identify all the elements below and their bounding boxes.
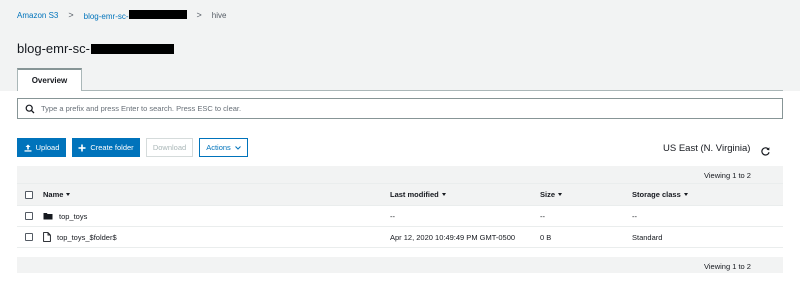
table-top-bar: [17, 166, 783, 183]
column-header-size-label[interactable]: Size: [540, 190, 555, 199]
column-header-name[interactable]: Name: [43, 184, 71, 205]
storage-class-cell: --: [632, 211, 637, 221]
breadcrumb-current: hive: [211, 10, 227, 20]
upload-button[interactable]: Upload: [17, 138, 66, 157]
sort-caret-icon: [441, 193, 446, 196]
table-row[interactable]: top_toys_$folder$ Apr 12, 2020 10:49:49 …: [17, 227, 783, 248]
sort-caret-icon: [558, 193, 563, 196]
upload-label[interactable]: Upload: [36, 143, 60, 152]
column-header-last-modified[interactable]: Last modified: [390, 184, 446, 205]
table-header: Name Last modified Size Storage class: [17, 183, 783, 206]
size-cell: --: [540, 211, 545, 221]
last-modified-cell: Apr 12, 2020 10:49:49 PM GMT-0500: [390, 232, 516, 242]
size-cell: 0 B: [540, 232, 552, 242]
table-row[interactable]: top_toys -- -- --: [17, 206, 783, 227]
folder-icon: [43, 212, 53, 220]
object-name[interactable]: top_toys_$folder$: [57, 233, 117, 242]
page-title-text: blog-emr-sc-: [17, 41, 90, 56]
search-input[interactable]: [41, 104, 741, 113]
row-checkbox[interactable]: [25, 212, 33, 220]
object-name[interactable]: top_toys: [59, 212, 87, 221]
actions-label[interactable]: Actions: [206, 143, 231, 152]
search-icon: [24, 103, 36, 115]
breadcrumb-separator: >: [196, 10, 202, 20]
column-header-storage-class-label[interactable]: Storage class: [632, 190, 681, 199]
breadcrumb-separator: >: [68, 10, 74, 20]
create-folder-label[interactable]: Create folder: [90, 143, 133, 152]
header-checkbox-cell: [25, 184, 33, 205]
redaction-bar: [128, 9, 187, 19]
row-checkbox-cell: [25, 206, 33, 226]
column-header-size[interactable]: Size: [540, 184, 563, 205]
row-checkbox-cell: [25, 227, 33, 247]
chevron-down-icon: [234, 145, 241, 150]
table-bottom-bar: [17, 257, 783, 273]
last-modified-cell: --: [390, 211, 395, 221]
actions-button[interactable]: Actions: [199, 138, 248, 157]
column-header-last-modified-label[interactable]: Last modified: [390, 190, 439, 199]
sort-caret-icon: [683, 193, 688, 196]
breadcrumb-bucket[interactable]: blog-emr-sc-: [84, 9, 187, 21]
search-box[interactable]: [17, 98, 783, 119]
refresh-icon[interactable]: [760, 144, 771, 156]
file-icon: [43, 232, 51, 242]
create-folder-button[interactable]: Create folder: [72, 138, 140, 157]
storage-class-cell: Standard: [632, 232, 663, 242]
breadcrumb-amazon-s3[interactable]: Amazon S3: [17, 11, 58, 20]
select-all-checkbox[interactable]: [25, 190, 33, 199]
row-checkbox[interactable]: [25, 233, 33, 241]
breadcrumb-bucket-label[interactable]: blog-emr-sc-: [84, 12, 129, 21]
upload-icon: [24, 144, 32, 152]
region-label: US East (N. Virginia): [663, 143, 751, 154]
tabs-divider: [17, 90, 783, 91]
plus-icon: [78, 144, 86, 152]
column-header-name-label[interactable]: Name: [43, 190, 63, 199]
tab-overview[interactable]: Overview: [17, 68, 82, 91]
object-name-cell[interactable]: top_toys: [43, 206, 87, 226]
page-title: blog-emr-sc-: [17, 41, 174, 56]
download-button[interactable]: Download: [146, 138, 193, 157]
redaction-bar: [90, 43, 174, 54]
pagination-status-bottom: Viewing 1 to 2: [704, 262, 751, 271]
object-name-cell[interactable]: top_toys_$folder$: [43, 227, 117, 247]
column-header-storage-class[interactable]: Storage class: [632, 184, 688, 205]
breadcrumb: Amazon S3 > blog-emr-sc- > hive: [17, 9, 226, 21]
download-label[interactable]: Download: [153, 143, 186, 152]
pagination-status: Viewing 1 to 2: [704, 171, 751, 180]
sort-caret-icon: [66, 193, 71, 196]
tab-overview-label[interactable]: Overview: [32, 76, 68, 85]
